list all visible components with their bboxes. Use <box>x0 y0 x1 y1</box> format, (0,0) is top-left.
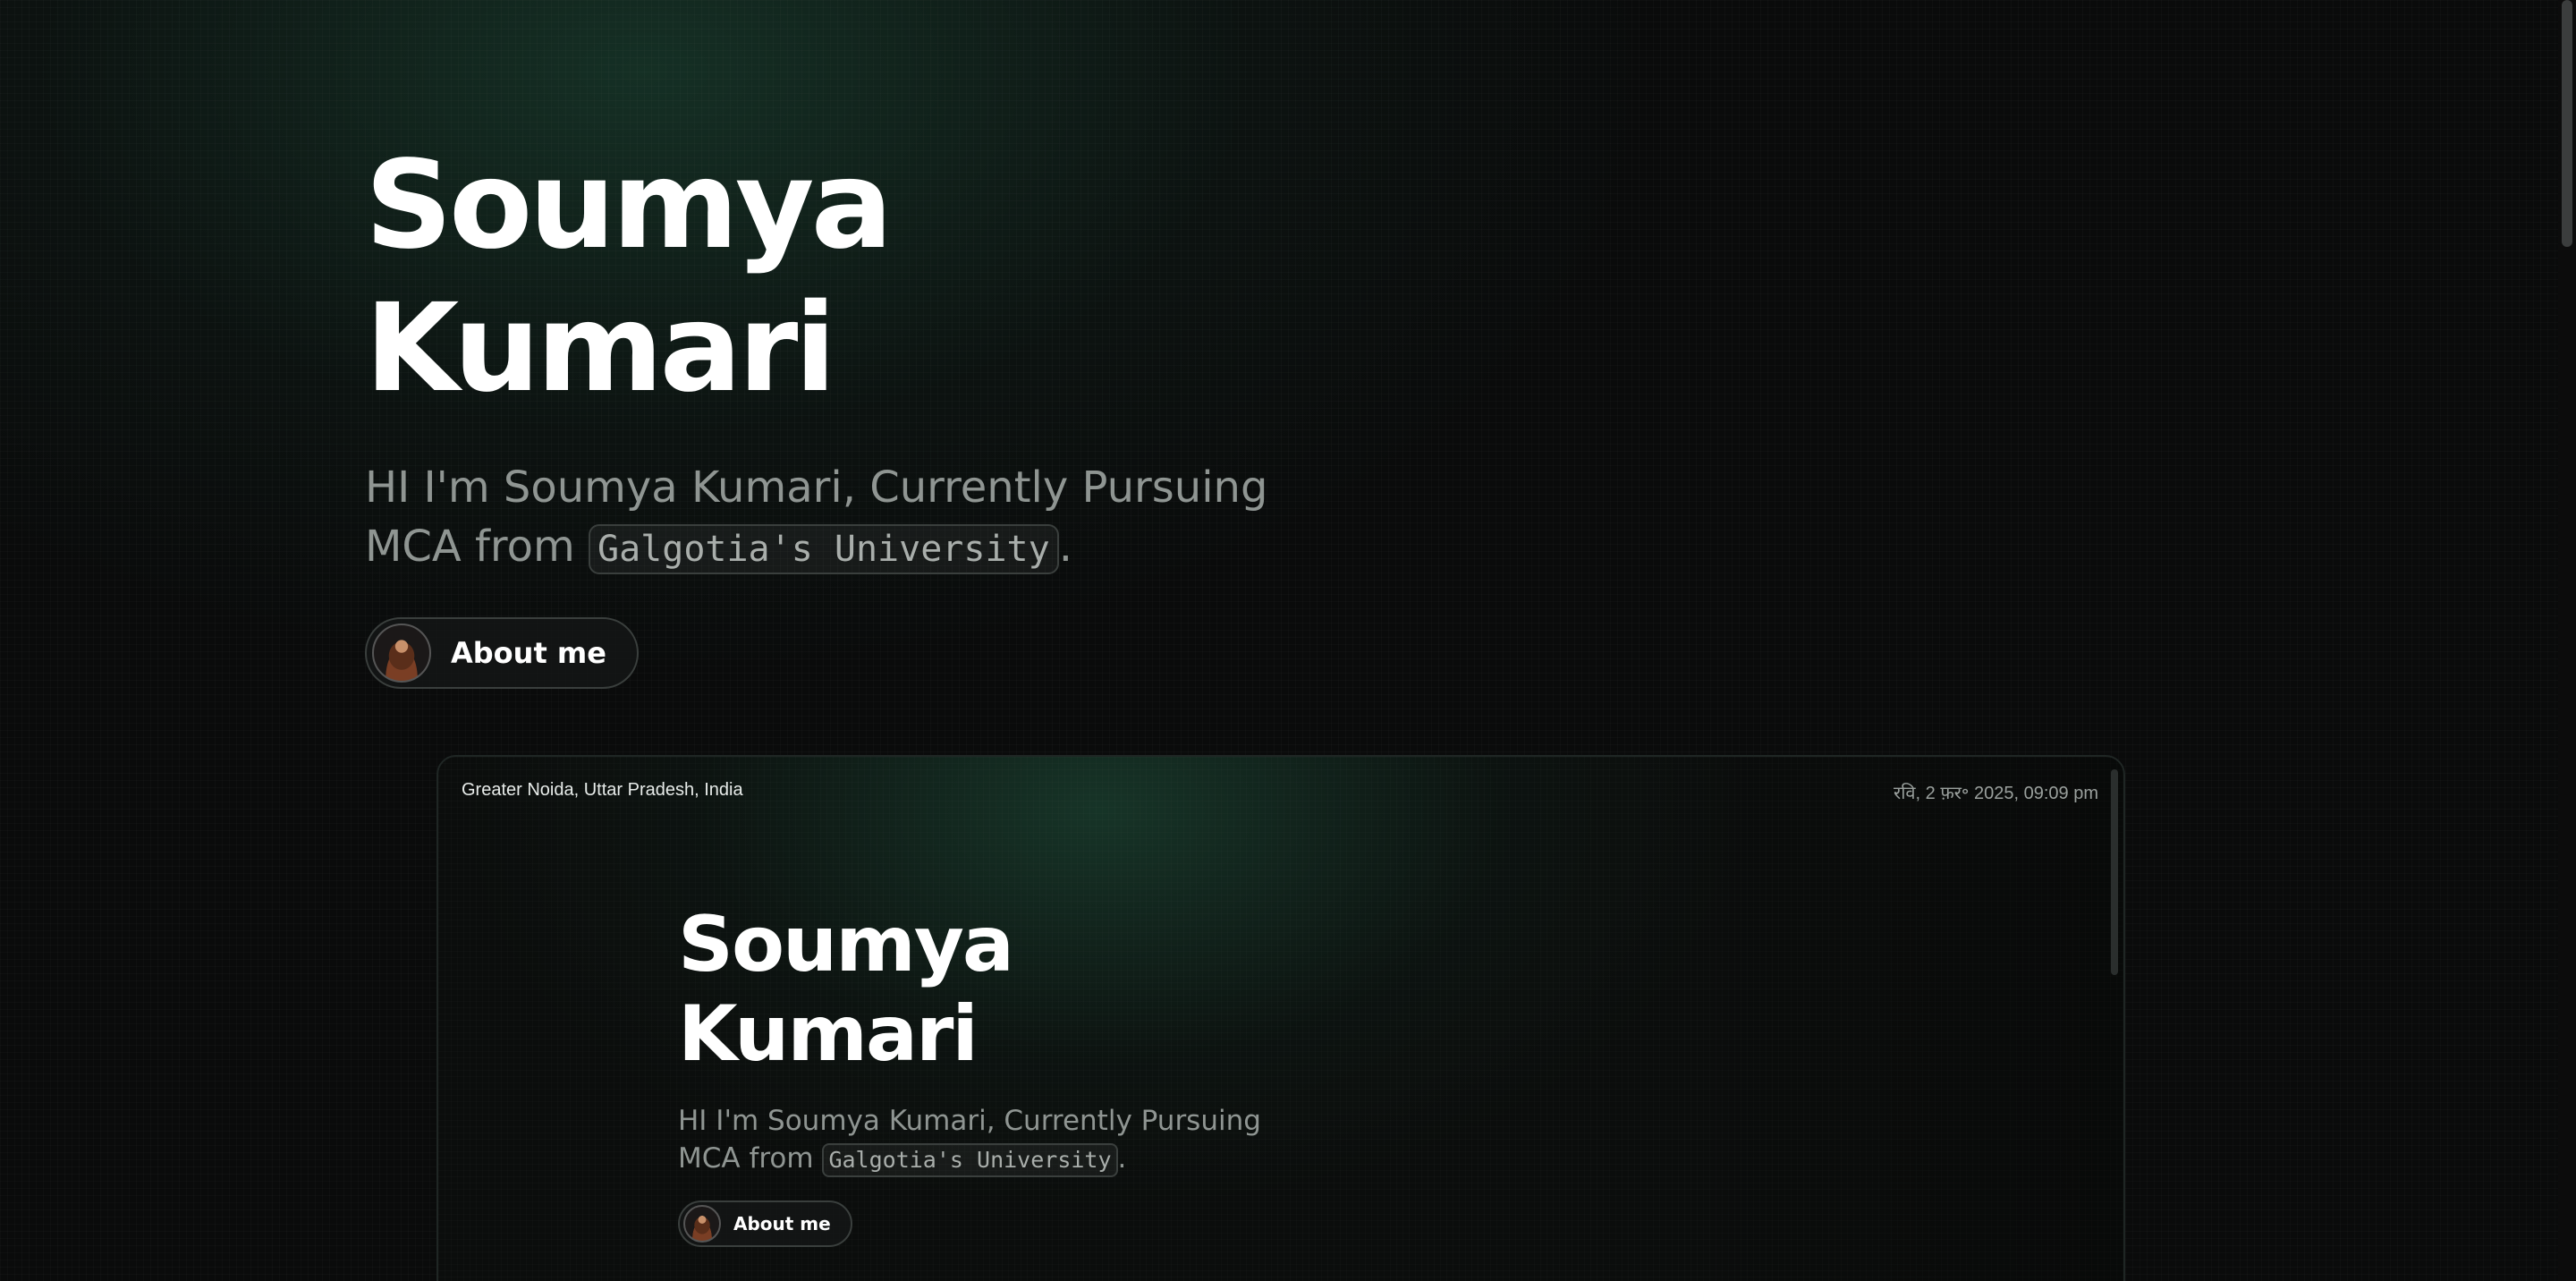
page-scrollbar[interactable] <box>2558 0 2576 1281</box>
preview-title: Soumya Kumari <box>678 900 1014 1079</box>
preview-university-chip: Galgotia's University <box>822 1143 1118 1177</box>
hero-title: Soumya Kumari <box>365 135 893 420</box>
preview-about-me-label: About me <box>733 1213 831 1234</box>
preview-description: HI I'm Soumya Kumari, Currently Pursuing… <box>678 1102 1304 1177</box>
preview-location: Greater Noida, Uttar Pradesh, India <box>462 780 743 800</box>
page-scrollbar-thumb[interactable] <box>2562 0 2572 247</box>
university-chip: Galgotia's University <box>588 524 1059 574</box>
preview-about-me-button[interactable]: About me <box>678 1200 852 1247</box>
site-preview-frame: Greater Noida, Uttar Pradesh, India रवि,… <box>436 755 2125 1281</box>
hero-description-period: . <box>1058 522 1072 572</box>
preview-hero: Soumya Kumari HI I'm Soumya Kumari, Curr… <box>678 900 1322 1247</box>
about-me-button[interactable]: About me <box>365 617 639 689</box>
preview-scrollbar[interactable] <box>2111 769 2118 975</box>
preview-vignette <box>1658 757 2123 1281</box>
hero-section: Soumya Kumari HI I'm Soumya Kumari, Curr… <box>365 134 1349 689</box>
about-me-label: About me <box>451 636 606 670</box>
preview-avatar <box>683 1205 721 1243</box>
preview-description-period: . <box>1117 1142 1127 1175</box>
avatar <box>372 624 431 683</box>
page: Soumya Kumari HI I'm Soumya Kumari, Curr… <box>0 0 2576 1281</box>
preview-datetime: रवि, 2 फ़र॰ 2025, 09:09 pm <box>1894 784 2098 803</box>
hero-description: HI I'm Soumya Kumari, Currently Pursuing… <box>365 458 1313 576</box>
